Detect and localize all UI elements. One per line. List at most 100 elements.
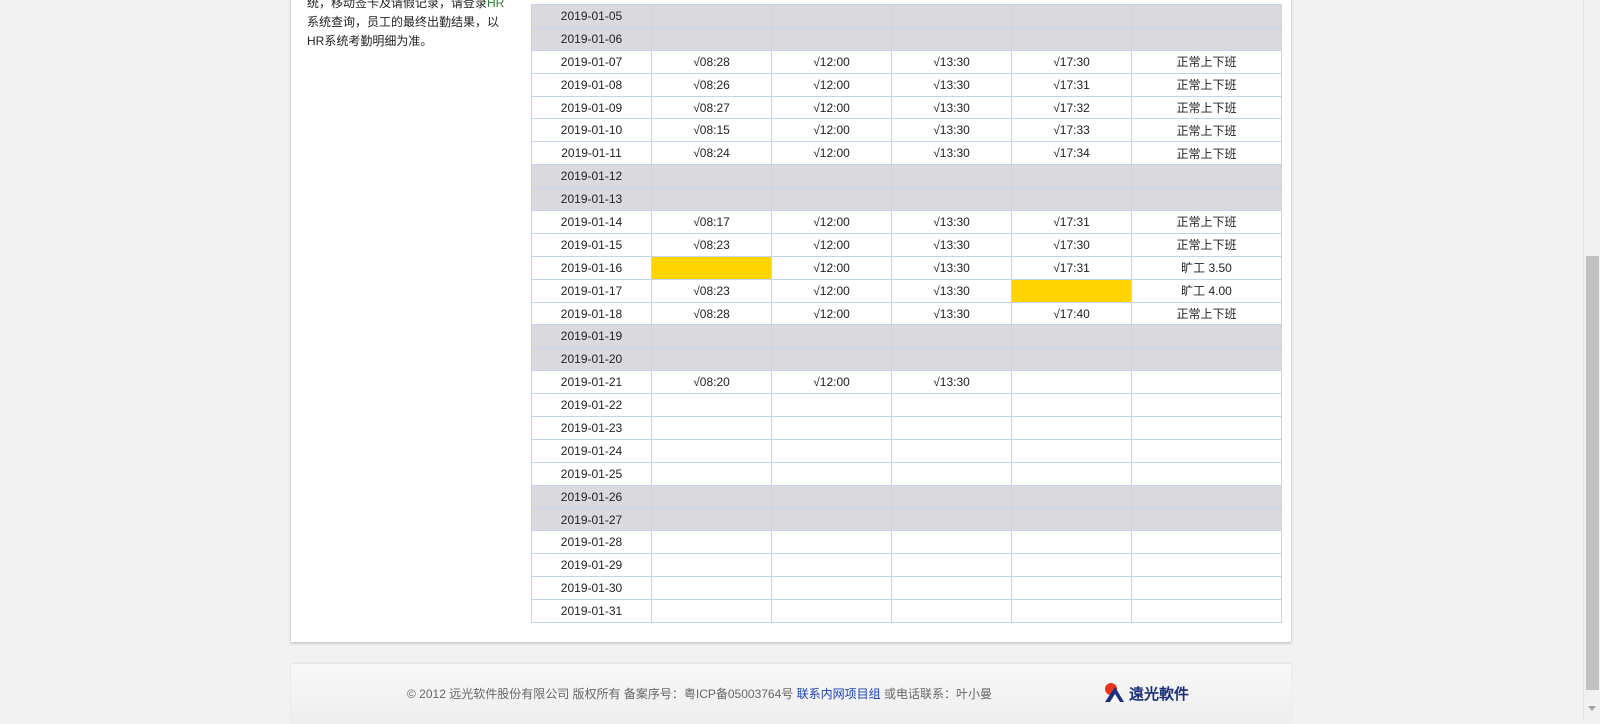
noon-out-cell: √12:00 xyxy=(771,278,892,303)
evening-out-cell xyxy=(1011,278,1132,303)
noon-out-cell xyxy=(771,530,892,555)
vertical-scrollbar[interactable] xyxy=(1583,0,1600,719)
date-cell: 2019-01-26 xyxy=(531,484,652,509)
afternoon-in-cell: √13:30 xyxy=(891,278,1012,303)
status-cell xyxy=(1131,484,1282,509)
table-row: 2019-01-07 √08:28 √12:00 √13:30 √17:30 正常上下班 xyxy=(531,49,1282,74)
status-cell xyxy=(1131,370,1282,395)
table-row: 2019-01-09 √08:27 √12:00 √13:30 √17:32 正常上下班 xyxy=(531,95,1282,120)
evening-out-cell xyxy=(1011,26,1132,51)
morning-in-cell xyxy=(651,438,772,463)
attendance-table: 2019-01-05 2019-01-06 2019-01-07 √08:28 √12:… xyxy=(531,4,1282,624)
morning-in-cell: √08:17 xyxy=(651,210,772,234)
evening-out-cell: √17:30 xyxy=(1011,232,1132,257)
morning-in-cell xyxy=(651,26,772,51)
morning-in-cell xyxy=(651,347,772,372)
table-row: 2019-01-15 √08:23 √12:00 √13:30 √17:30 正常上下班 xyxy=(531,232,1282,257)
evening-out-cell xyxy=(1011,4,1132,28)
status-cell: 旷工 4.00 xyxy=(1131,278,1282,303)
afternoon-in-cell: √13:30 xyxy=(891,118,1012,143)
table-row: 2019-01-21 √08:20 √12:00 √13:30 xyxy=(531,370,1282,395)
afternoon-in-cell xyxy=(891,393,1012,418)
status-cell: 正常上下班 xyxy=(1131,49,1282,74)
footer-text: © 2012 远光软件股份有限公司 版权所有 备案序号：粤ICP备0500376… xyxy=(407,685,992,702)
afternoon-in-cell: √13:30 xyxy=(891,72,1012,97)
afternoon-in-cell xyxy=(891,576,1012,601)
contact-project-team-link[interactable]: 联系内网项目组 xyxy=(797,687,881,701)
status-cell xyxy=(1131,393,1282,418)
status-cell xyxy=(1131,347,1282,372)
evening-out-cell xyxy=(1011,530,1132,555)
afternoon-in-cell: √13:30 xyxy=(891,95,1012,120)
status-cell xyxy=(1131,576,1282,601)
afternoon-in-cell xyxy=(891,347,1012,372)
date-cell: 2019-01-12 xyxy=(531,164,652,189)
afternoon-in-cell: √13:30 xyxy=(891,210,1012,234)
evening-out-cell xyxy=(1011,438,1132,463)
noon-out-cell: √12:00 xyxy=(771,141,892,166)
table-row: 2019-01-31 xyxy=(531,599,1282,624)
footer-contact: 或电话联系：叶小曼 xyxy=(883,687,992,701)
status-cell: 正常上下班 xyxy=(1131,210,1282,234)
evening-out-cell xyxy=(1011,370,1132,395)
date-cell: 2019-01-06 xyxy=(531,26,652,51)
evening-out-cell xyxy=(1011,347,1132,372)
status-cell: 正常上下班 xyxy=(1131,118,1282,143)
date-cell: 2019-01-25 xyxy=(531,461,652,486)
noon-out-cell xyxy=(771,4,892,28)
table-row: 2019-01-13 xyxy=(531,187,1282,212)
table-row: 2019-01-12 xyxy=(531,164,1282,189)
table-row: 2019-01-27 xyxy=(531,507,1282,532)
date-cell: 2019-01-31 xyxy=(531,599,652,624)
date-cell: 2019-01-10 xyxy=(531,118,652,143)
scrollbar-thumb[interactable] xyxy=(1586,256,1599,690)
noon-out-cell: √12:00 xyxy=(771,118,892,143)
noon-out-cell xyxy=(771,164,892,189)
noon-out-cell xyxy=(771,438,892,463)
status-cell: 正常上下班 xyxy=(1131,301,1282,326)
afternoon-in-cell xyxy=(891,530,1012,555)
date-cell: 2019-01-13 xyxy=(531,187,652,212)
morning-in-cell xyxy=(651,324,772,349)
date-cell: 2019-01-20 xyxy=(531,347,652,372)
status-cell: 正常上下班 xyxy=(1131,141,1282,166)
morning-in-cell xyxy=(651,164,772,189)
date-cell: 2019-01-21 xyxy=(531,370,652,395)
status-cell xyxy=(1131,461,1282,486)
afternoon-in-cell xyxy=(891,164,1012,189)
evening-out-cell xyxy=(1011,187,1132,212)
footer-copyright: © 2012 远光软件股份有限公司 版权所有 备案序号：粤ICP备0500376… xyxy=(407,687,794,701)
noon-out-cell: √12:00 xyxy=(771,72,892,97)
table-row: 2019-01-08 √08:26 √12:00 √13:30 √17:31 正常上下班 xyxy=(531,72,1282,97)
afternoon-in-cell xyxy=(891,187,1012,212)
status-cell xyxy=(1131,187,1282,212)
afternoon-in-cell: √13:30 xyxy=(891,49,1012,74)
evening-out-cell xyxy=(1011,461,1132,486)
notice-line-1-text: 统，移动签卡及请假记录，请登录 xyxy=(307,0,488,10)
status-cell xyxy=(1131,599,1282,624)
noon-out-cell: √12:00 xyxy=(771,95,892,120)
table-row: 2019-01-16 √12:00 √13:30 √17:31 旷工 3.50 xyxy=(531,255,1282,280)
afternoon-in-cell xyxy=(891,324,1012,349)
noon-out-cell xyxy=(771,26,892,51)
morning-in-cell xyxy=(651,255,772,280)
table-row: 2019-01-20 xyxy=(531,347,1282,372)
status-cell xyxy=(1131,164,1282,189)
noon-out-cell xyxy=(771,576,892,601)
table-row: 2019-01-18 √08:28 √12:00 √13:30 √17:40 正常上下班 xyxy=(531,301,1282,326)
status-cell xyxy=(1131,324,1282,349)
ygsoft-logo-icon xyxy=(1105,683,1124,702)
evening-out-cell: √17:40 xyxy=(1011,301,1132,326)
status-cell xyxy=(1131,553,1282,578)
morning-in-cell xyxy=(651,4,772,28)
afternoon-in-cell: √13:30 xyxy=(891,255,1012,280)
morning-in-cell xyxy=(651,530,772,555)
scroll-down-arrow-icon[interactable] xyxy=(1588,706,1596,711)
status-cell: 正常上下班 xyxy=(1131,72,1282,97)
morning-in-cell xyxy=(651,187,772,212)
table-row: 2019-01-11 √08:24 √12:00 √13:30 √17:34 正常上下班 xyxy=(531,141,1282,166)
afternoon-in-cell: √13:30 xyxy=(891,232,1012,257)
date-cell: 2019-01-28 xyxy=(531,530,652,555)
table-row: 2019-01-24 xyxy=(531,438,1282,463)
noon-out-cell xyxy=(771,187,892,212)
